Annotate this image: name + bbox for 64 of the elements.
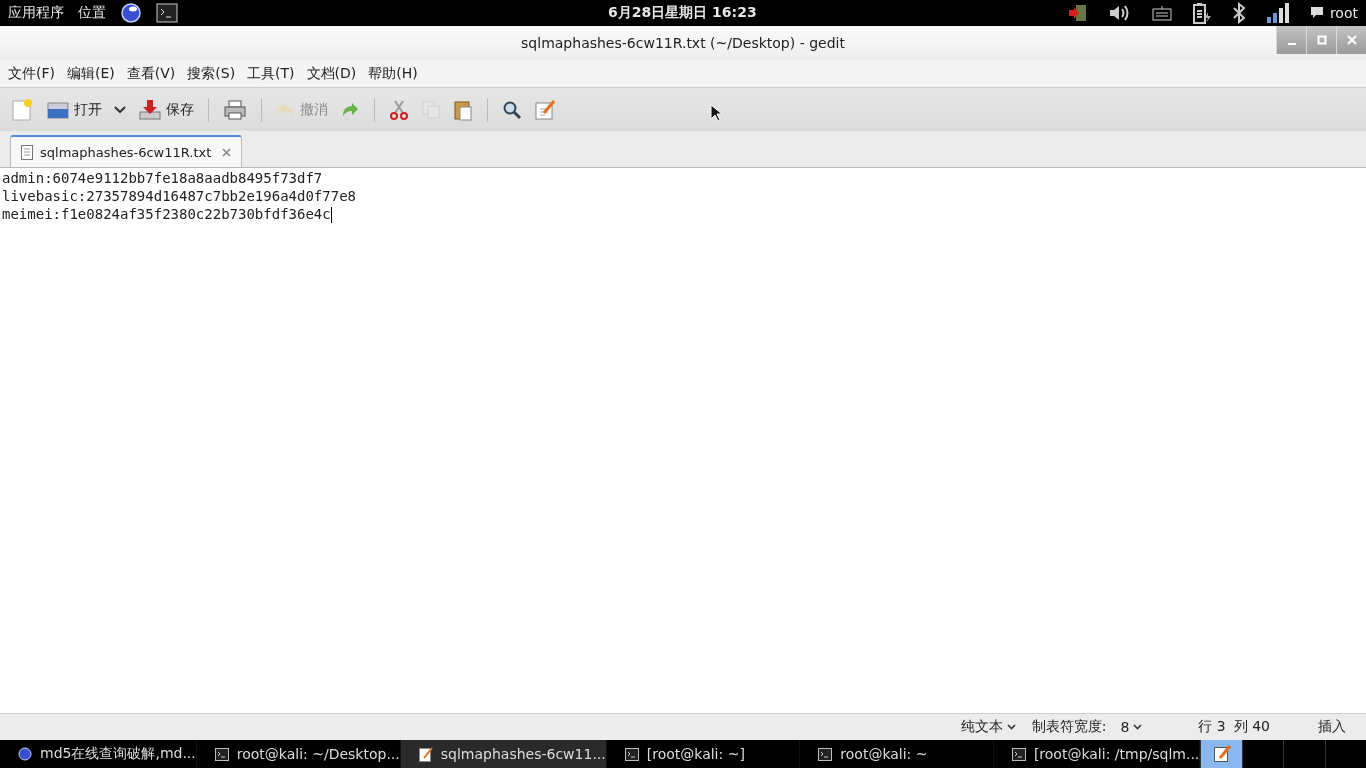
taskbar-window[interactable]: root@kali: ~/Desktop...	[196, 740, 401, 768]
text-editor[interactable]: admin:6074e9112bb7fe18a8aadb8495f73df7 livebasic:27357894d16487c7bb2e196a4d0f77e8 meimei:f1e0824af35f2380c22b730bfdf36e4c	[0, 168, 1366, 713]
maximize-button[interactable]	[1306, 26, 1336, 54]
workspace-button[interactable]	[1200, 740, 1242, 768]
printer-icon	[223, 98, 247, 121]
column-number: 列 40	[1233, 718, 1270, 736]
terminal-icon	[1011, 747, 1026, 761]
globe-icon[interactable]	[120, 2, 142, 24]
menu-item[interactable]: 文件(F)	[2, 64, 61, 83]
menu-item[interactable]: 搜索(S)	[181, 64, 242, 83]
tab-width-dropdown[interactable]: 8	[1114, 718, 1149, 736]
document-icon	[21, 144, 33, 160]
exit-icon[interactable]	[1067, 3, 1088, 23]
insert-mode: 插入	[1318, 718, 1346, 736]
text-line: admin:6074e9112bb7fe18a8aadb8495f73df7	[2, 169, 323, 187]
tab-width-label: 制表符宽度:	[1031, 718, 1107, 736]
caret-icon	[1006, 724, 1016, 730]
panel-menu[interactable]: 应用程序	[8, 4, 64, 22]
search-icon	[502, 99, 522, 120]
close-icon	[1346, 35, 1357, 45]
clock[interactable]: 6月28日星期日 16:23	[608, 4, 757, 22]
save-button[interactable]: 保存	[134, 95, 198, 124]
menu-item[interactable]: 帮助(H)	[362, 64, 424, 83]
save-icon	[138, 97, 162, 122]
terminal-icon	[624, 747, 639, 761]
globe-icon	[18, 747, 32, 761]
tab-label[interactable]: sqlmaphashes-6cw11R.txt	[40, 144, 212, 160]
caret-icon	[1133, 724, 1143, 730]
text-line: meimei:f1e0824af35f2380c22b730bfdf36e4c	[2, 205, 332, 223]
menu-item[interactable]: 编辑(E)	[61, 64, 121, 83]
menu-item[interactable]: 查看(V)	[120, 64, 182, 83]
taskbar-window[interactable]: md5在线查询破解,md...	[0, 740, 197, 768]
line-number: 行 3	[1198, 718, 1226, 736]
terminal-icon[interactable]	[156, 3, 178, 23]
close-button[interactable]	[1336, 26, 1366, 54]
user-name[interactable]: root	[1329, 5, 1358, 21]
mouse-pointer-icon	[710, 104, 722, 122]
battery-icon[interactable]	[1191, 2, 1212, 24]
panel-menu[interactable]: 位置	[78, 4, 106, 22]
caret-icon	[114, 105, 126, 114]
new-document-icon	[10, 97, 34, 122]
keyboard-icon[interactable]	[1151, 5, 1172, 21]
taskbar-window[interactable]: [root@kali: ~]	[606, 740, 801, 768]
document-tab[interactable]: sqlmaphashes-6cw11R.txt	[10, 135, 243, 167]
bluetooth-icon[interactable]	[1231, 2, 1246, 24]
language-dropdown[interactable]: 纯文本	[954, 717, 1022, 737]
minimize-icon	[1287, 43, 1296, 45]
menu-item[interactable]: 工具(T)	[241, 64, 301, 83]
open-button[interactable]: 打开	[42, 96, 106, 123]
clipboard-icon	[453, 98, 473, 121]
terminal-icon	[818, 747, 833, 761]
terminal-icon	[214, 747, 229, 761]
scissors-icon	[389, 98, 409, 121]
window-title: sqlmaphashes-6cw11R.txt (~/Desktop) - gedit	[521, 35, 845, 51]
maximize-icon	[1316, 35, 1327, 45]
taskbar-window[interactable]: root@kali: ~	[800, 740, 994, 768]
taskbar-window[interactable]: sqlmaphashes-6cw11...	[400, 740, 607, 768]
menu-item[interactable]: 文档(D)	[300, 64, 363, 83]
notepad-pencil-icon	[418, 746, 433, 762]
text-line: livebasic:27357894d16487c7bb2e196a4d0f77e8	[2, 187, 356, 205]
notepad-pencil-icon	[1212, 745, 1231, 763]
chat-bubble-icon[interactable]	[1309, 6, 1324, 20]
signal-icon[interactable]	[1265, 2, 1290, 24]
document-pencil-icon	[534, 98, 556, 121]
